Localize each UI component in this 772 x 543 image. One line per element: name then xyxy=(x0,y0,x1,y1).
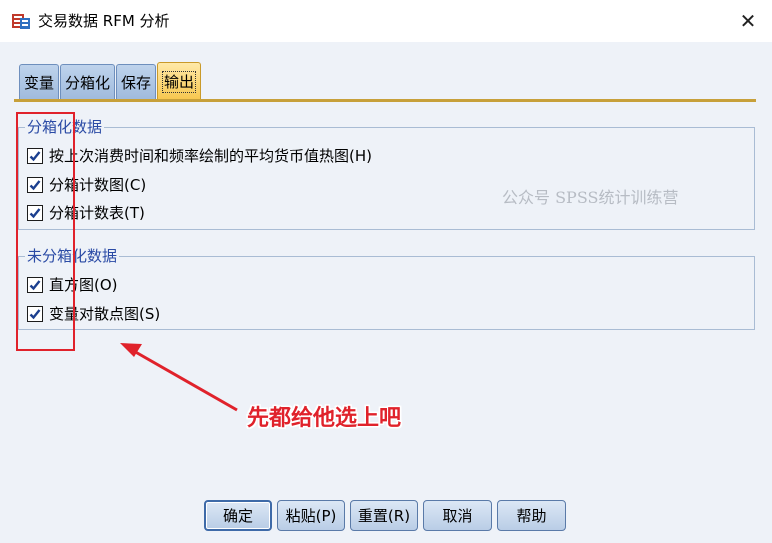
button-label: 取消 xyxy=(442,507,473,525)
button-label: 重置(R) xyxy=(357,507,411,525)
button-label: 帮助 xyxy=(516,507,547,525)
tab-label: 变量 xyxy=(24,73,55,92)
spss-app-icon xyxy=(12,14,30,29)
tab-save[interactable]: 保存 xyxy=(116,64,157,100)
tab-variables[interactable]: 变量 xyxy=(19,64,60,100)
cancel-button[interactable]: 取消 xyxy=(423,500,492,531)
paste-button[interactable]: 粘贴(P) xyxy=(277,500,345,531)
window-title: 交易数据 RFM 分析 xyxy=(38,12,170,30)
tab-label: 保存 xyxy=(121,73,152,92)
reset-button[interactable]: 重置(R) xyxy=(350,500,418,531)
help-button[interactable]: 帮助 xyxy=(497,500,566,531)
tab-strip: 变量 分箱化 保存 输出 xyxy=(19,62,202,100)
option-label: 按上次消费时间和频率绘制的平均货币值热图(H) xyxy=(49,147,372,165)
close-icon: ✕ xyxy=(739,9,757,33)
highlight-box xyxy=(16,112,75,351)
unbinned-data-group: 未分箱化数据 直方图(O) 变量对散点图(S) xyxy=(18,247,755,330)
heatmap-checkbox-option[interactable]: 按上次消费时间和频率绘制的平均货币值热图(H) xyxy=(27,146,372,166)
title-bar: 交易数据 RFM 分析 ✕ xyxy=(0,0,772,42)
dialog-button-row: 确定 粘贴(P) 重置(R) 取消 帮助 xyxy=(204,500,571,531)
ok-button[interactable]: 确定 xyxy=(204,500,272,531)
tab-underline xyxy=(14,99,756,102)
tab-output[interactable]: 输出 xyxy=(157,62,202,100)
close-button[interactable]: ✕ xyxy=(732,6,764,36)
binned-data-group: 分箱化数据 按上次消费时间和频率绘制的平均货币值热图(H) 分箱计数图(C) 分… xyxy=(18,118,755,230)
button-label: 粘贴(P) xyxy=(285,507,337,525)
tab-label: 输出 xyxy=(162,70,197,93)
watermark: 公众号 SPSS统计训练营 xyxy=(502,188,679,207)
button-label: 确定 xyxy=(222,507,253,525)
annotation-text: 先都给他选上吧 xyxy=(247,406,402,431)
tab-binning[interactable]: 分箱化 xyxy=(60,64,116,100)
tab-label: 分箱化 xyxy=(65,73,111,92)
